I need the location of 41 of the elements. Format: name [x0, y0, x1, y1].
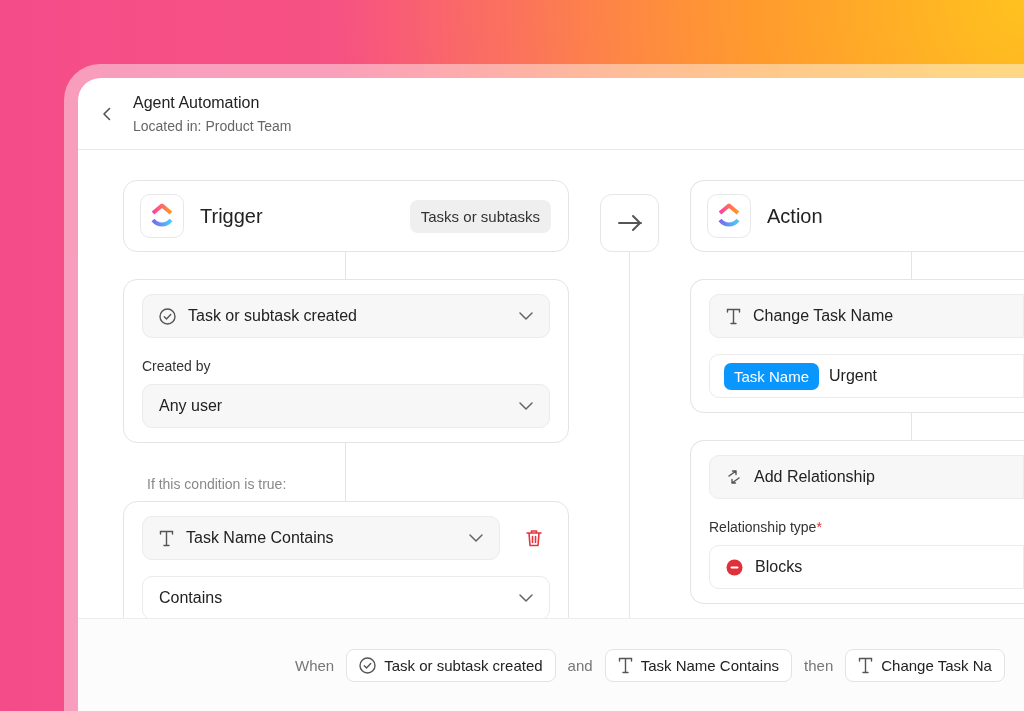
variable-tag: Task Name [724, 362, 820, 390]
delete-button[interactable] [526, 529, 542, 547]
summary-chip[interactable]: Change Task Na [845, 648, 1005, 682]
check-circle-icon [159, 307, 176, 325]
condition-dropdown[interactable]: Task Name Contains [142, 516, 500, 560]
chevron-down-icon [469, 534, 483, 542]
summary-word: then [804, 656, 834, 674]
chevron-down-icon [519, 312, 533, 320]
chevron-logo-icon [150, 203, 174, 229]
scope-badge: Tasks or subtasks [409, 199, 551, 233]
back-button[interactable] [102, 106, 112, 121]
check-circle-icon [359, 656, 377, 674]
operator-dropdown[interactable]: Contains [142, 576, 550, 618]
arrow-right-icon [616, 214, 643, 232]
text-type-icon [858, 656, 874, 674]
text-type-icon [617, 656, 633, 674]
field-label: Relationship type* [709, 519, 823, 535]
chevron-down-icon [519, 402, 533, 410]
location-text: Located in: Product Team [133, 117, 292, 134]
action-title: Action [767, 204, 823, 228]
field-value: Urgent [829, 367, 878, 385]
chevron-logo-icon [717, 203, 741, 229]
blocked-icon [726, 558, 743, 576]
trigger-dropdown[interactable]: Task or subtask created [142, 294, 550, 338]
created-by-dropdown[interactable]: Any user [142, 384, 550, 428]
relationship-dropdown[interactable]: Blocks [709, 545, 1024, 589]
action-dropdown[interactable]: Change Task Name [709, 294, 1024, 338]
condition-label: If this condition is true: [147, 476, 288, 492]
swap-arrows-icon [726, 469, 742, 485]
summary-chip[interactable]: Task or subtask created [346, 648, 556, 682]
trigger-title: Trigger [200, 204, 263, 228]
summary-chip[interactable]: Task Name Contains [604, 648, 793, 682]
text-type-icon [726, 307, 741, 325]
summary-word: When [295, 656, 335, 674]
field-label: Created by [142, 358, 212, 374]
task-name-field[interactable]: Task Name Urgent [709, 354, 1024, 398]
action-dropdown[interactable]: Add Relationship [709, 455, 1024, 499]
chevron-down-icon [519, 594, 533, 602]
text-type-icon [159, 529, 174, 547]
page-title: Agent Automation [133, 93, 261, 112]
summary-word: and [567, 656, 593, 674]
